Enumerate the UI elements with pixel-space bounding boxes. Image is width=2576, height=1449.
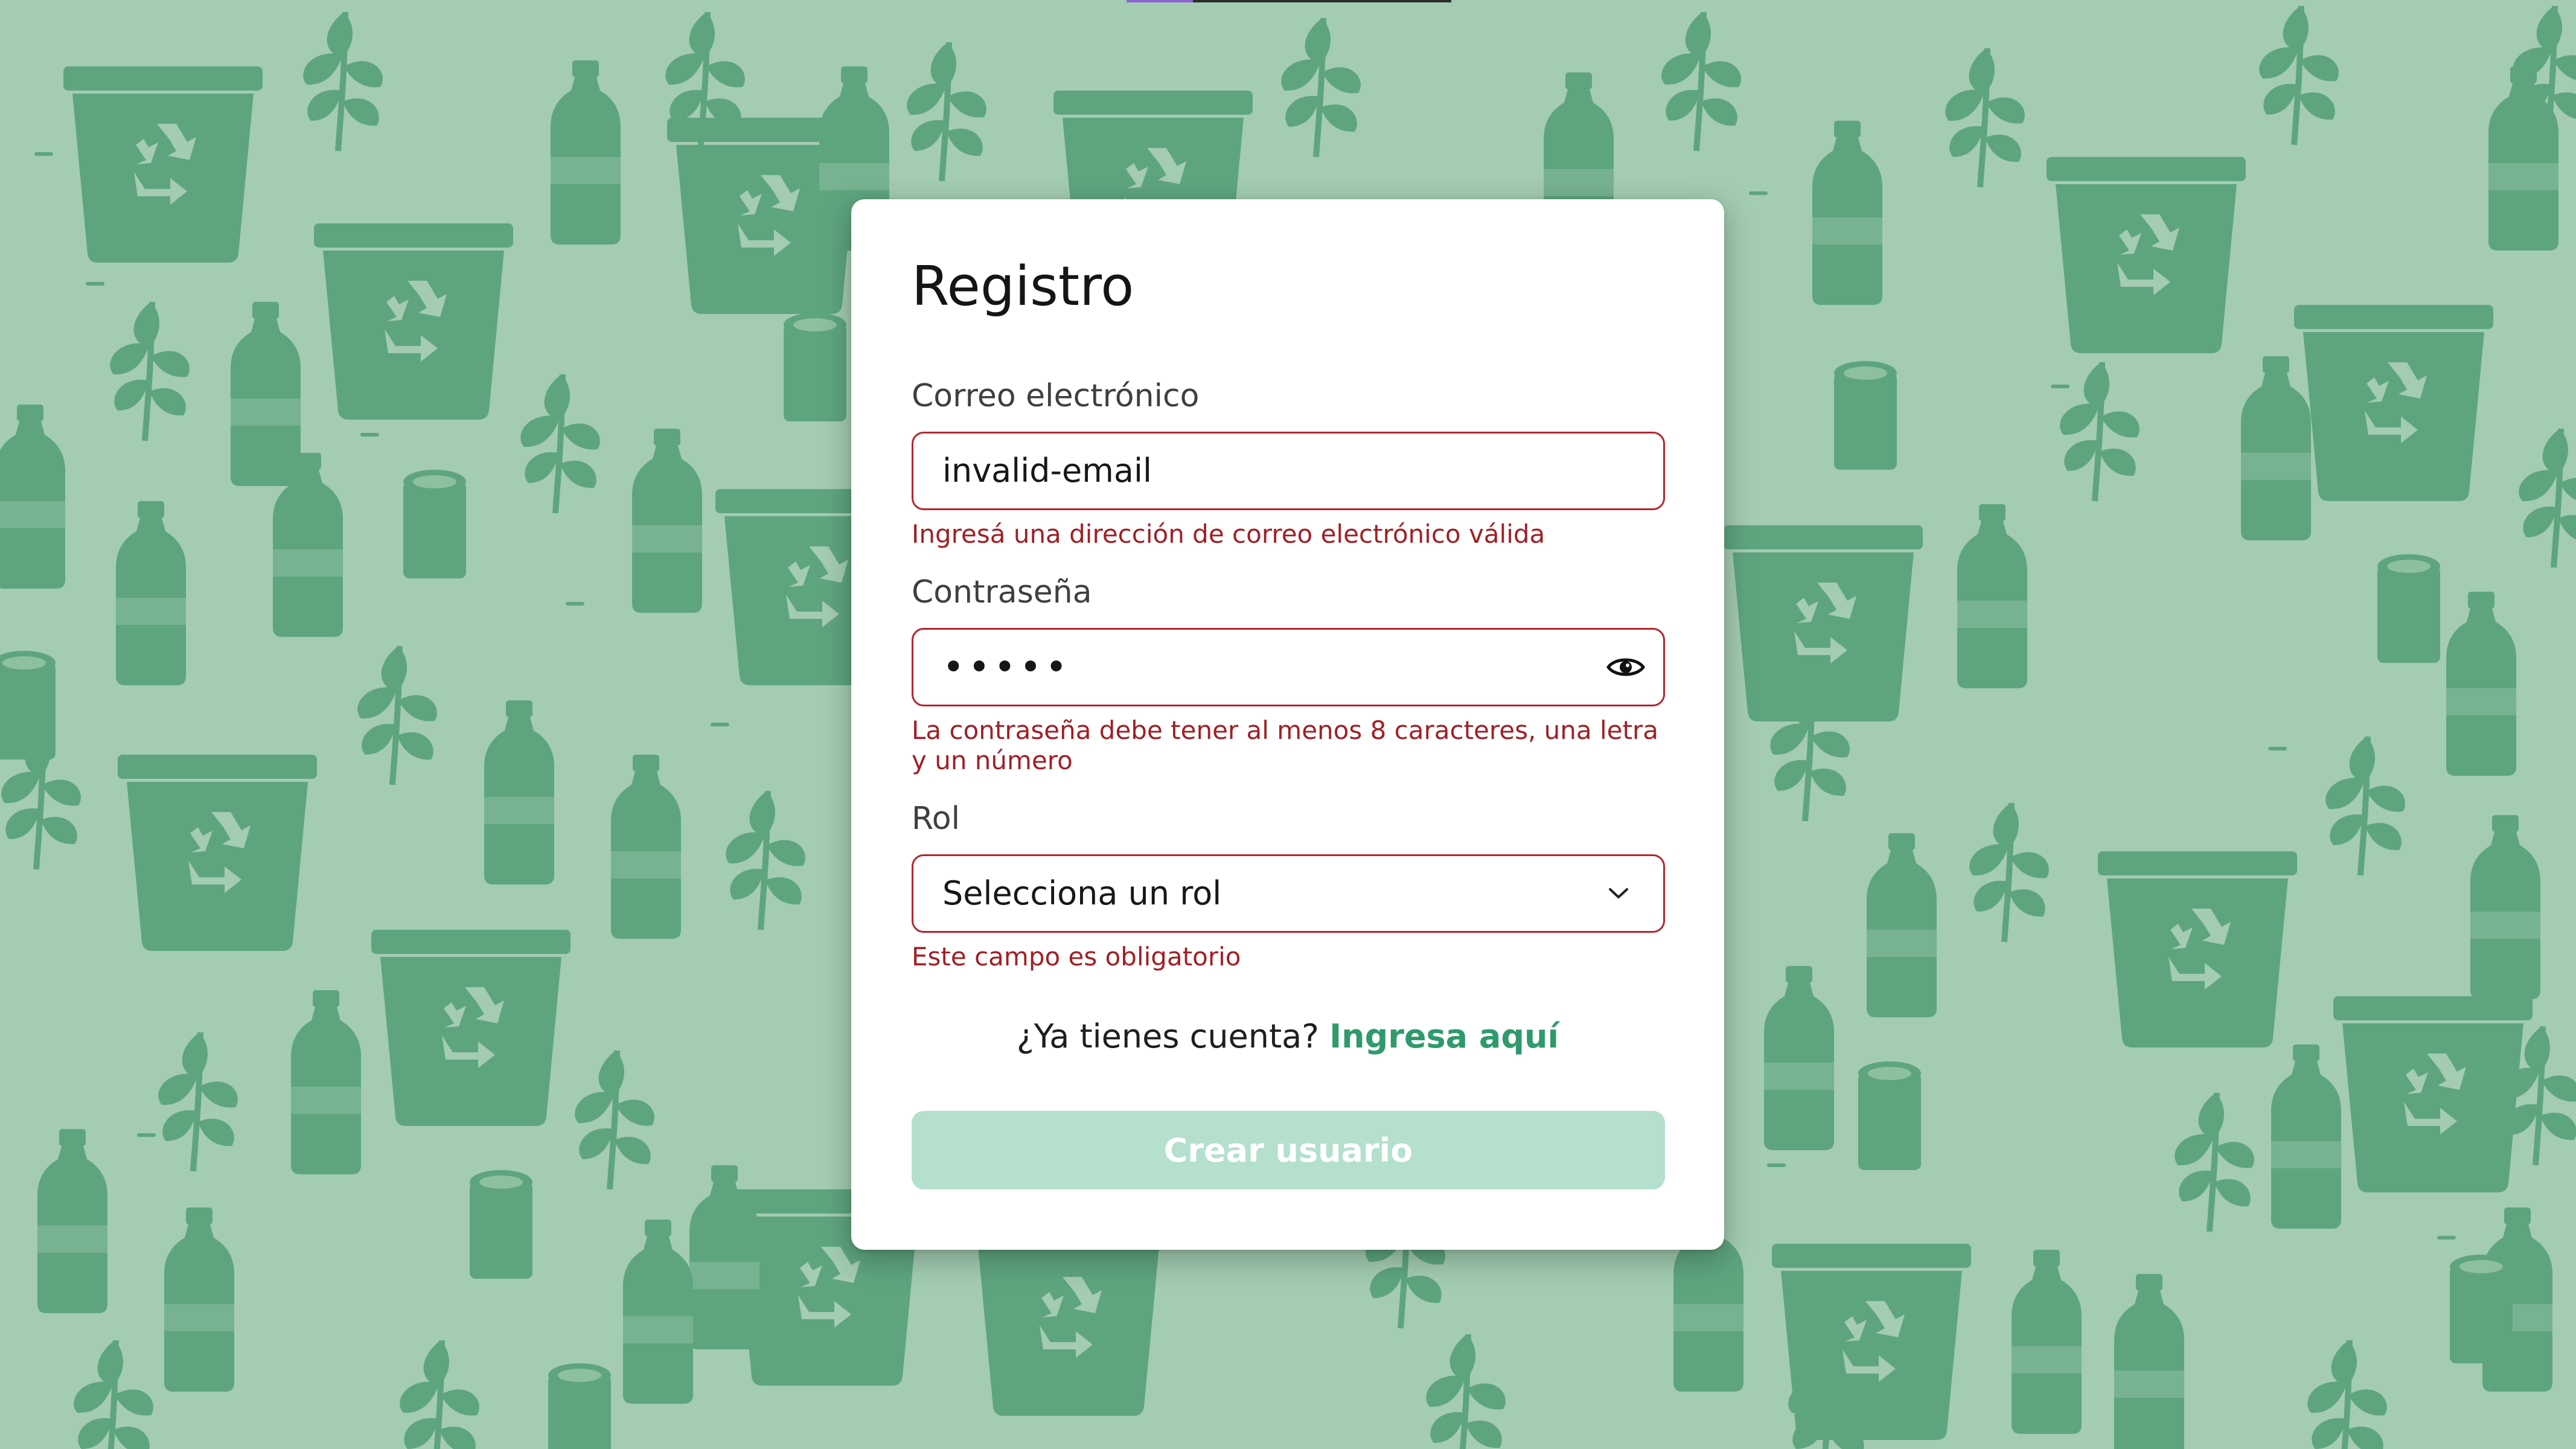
login-prompt-text: ¿Ya tienes cuenta?	[1017, 1017, 1319, 1055]
register-card: Registro Correo electrónico invalid-emai…	[851, 199, 1724, 1250]
eye-icon[interactable]	[1606, 649, 1645, 685]
role-label: Rol	[912, 801, 960, 837]
login-link[interactable]: Ingresa aquí	[1329, 1017, 1559, 1055]
email-value[interactable]: invalid-email	[942, 433, 1152, 508]
email-field[interactable]: invalid-email	[912, 432, 1665, 510]
password-field[interactable]: •••••	[912, 628, 1665, 706]
chevron-down-icon[interactable]	[1605, 880, 1632, 907]
role-error: Este campo es obligatorio	[912, 942, 1241, 971]
password-value[interactable]: •••••	[942, 630, 1071, 705]
browser-tab-indicator	[1127, 0, 1451, 2]
login-prompt-line: ¿Ya tienes cuenta? Ingresa aquí	[851, 1020, 1724, 1053]
tab-accent	[1127, 0, 1193, 2]
email-error: Ingresá una dirección de correo electrón…	[912, 519, 1545, 549]
role-selected-value[interactable]: Selecciona un rol	[942, 856, 1221, 931]
email-label: Correo electrónico	[912, 378, 1200, 414]
page-title: Registro	[912, 255, 1134, 318]
password-label: Contraseña	[912, 574, 1092, 610]
role-select[interactable]: Selecciona un rol	[912, 854, 1665, 933]
create-user-button[interactable]: Crear usuario	[912, 1111, 1665, 1189]
password-error: La contraseña debe tener al menos 8 cara…	[912, 715, 1658, 775]
